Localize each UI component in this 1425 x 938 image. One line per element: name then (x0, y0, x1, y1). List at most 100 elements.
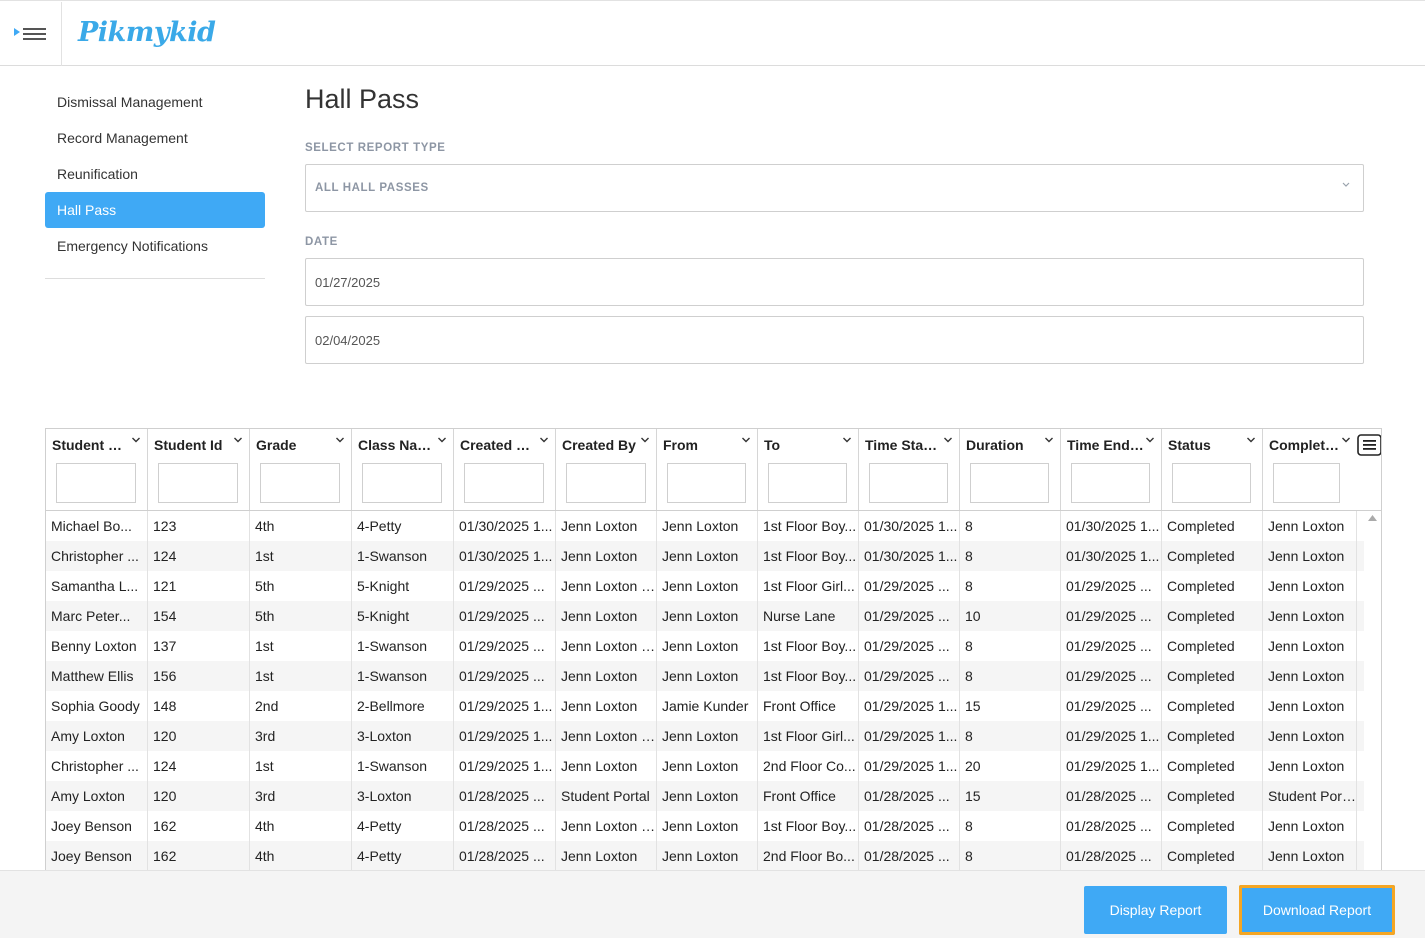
column-filter-input[interactable] (260, 463, 340, 503)
table-cell: Jenn Loxton (1263, 661, 1357, 691)
download-report-button[interactable]: Download Report (1239, 885, 1395, 935)
table-row[interactable]: Amy Loxton 120 3rd 3-Loxton 01/28/2025 ... St… (46, 781, 1364, 811)
table-cell: 1st Floor Boy... (758, 511, 859, 541)
column-header-duration[interactable]: Duration (960, 429, 1061, 510)
chevron-down-icon[interactable] (741, 436, 751, 444)
table-cell: Joey Benson (46, 841, 148, 870)
column-filter-input[interactable] (1172, 463, 1251, 503)
table-cell: 1-Swanson (352, 661, 454, 691)
column-header-class-name[interactable]: Class Name (352, 429, 454, 510)
table-row[interactable]: Samantha L... 121 5th 5-Knight 01/29/2025 ..… (46, 571, 1364, 601)
column-filter-input[interactable] (56, 463, 136, 503)
table-cell: 01/30/2025 1... (859, 541, 960, 571)
start-date-input[interactable]: 01/27/2025 (305, 258, 1364, 306)
chevron-down-icon[interactable] (1341, 436, 1351, 444)
column-header-completed-by[interactable]: Completed By (1263, 429, 1357, 510)
column-filter-input[interactable] (869, 463, 948, 503)
column-filter-input[interactable] (362, 463, 442, 503)
report-type-select[interactable]: ALL HALL PASSES (305, 164, 1364, 212)
sidebar-item-hall-pass[interactable]: Hall Pass (45, 192, 265, 228)
column-header-student-id[interactable]: Student Id (148, 429, 250, 510)
table-cell: 01/29/2025 ... (859, 571, 960, 601)
column-menu-button[interactable] (1357, 434, 1381, 456)
table-cell: Student Portal (556, 781, 657, 811)
sidebar: Dismissal Management Record Management R… (45, 84, 265, 264)
chevron-down-icon[interactable] (437, 436, 447, 444)
table-cell: 5-Knight (352, 601, 454, 631)
table-cell: 01/29/2025 1... (859, 721, 960, 751)
table-cell: 1st Floor Boy... (758, 631, 859, 661)
logo: Pikmykid (78, 17, 216, 48)
table-cell: 1st Floor Girl... (758, 721, 859, 751)
table-row[interactable]: Michael Bo... 123 4th 4-Petty 01/30/2025 1..… (46, 511, 1364, 541)
sidebar-item-record-management[interactable]: Record Management (45, 120, 265, 156)
table-cell: Jenn Loxton (1263, 811, 1357, 841)
table-cell: 01/29/2025 1... (859, 691, 960, 721)
table-row[interactable]: Christopher ... 124 1st 1-Swanson 01/29/2025… (46, 751, 1364, 781)
table-cell: 01/29/2025 1... (1061, 751, 1162, 781)
table-cell: Jenn Loxton (1263, 751, 1357, 781)
table-cell: Student Portal (1263, 781, 1357, 811)
table-cell: 01/28/2025 ... (859, 811, 960, 841)
column-filter-input[interactable] (768, 463, 847, 503)
column-filter-input[interactable] (566, 463, 646, 503)
column-header-time-started[interactable]: Time Started (859, 429, 960, 510)
sidebar-item-dismissal-management[interactable]: Dismissal Management (45, 84, 265, 120)
table-cell: 01/29/2025 ... (1061, 571, 1162, 601)
table-cell: Jenn Loxton (657, 841, 758, 870)
column-header-time-ended[interactable]: Time Ended (1061, 429, 1162, 510)
table-row[interactable]: Joey Benson 162 4th 4-Petty 01/28/2025 ... Je… (46, 841, 1364, 870)
grid-scrollbar[interactable] (1364, 511, 1381, 870)
column-filter-input[interactable] (1071, 463, 1150, 503)
start-date-value: 01/27/2025 (315, 274, 381, 290)
table-row[interactable]: Benny Loxton 137 1st 1-Swanson 01/29/2025 ..… (46, 631, 1364, 661)
table-row[interactable]: Joey Benson 162 4th 4-Petty 01/28/2025 ... Je… (46, 811, 1364, 841)
sidebar-item-emergency-notifications[interactable]: Emergency Notifications (45, 228, 265, 264)
chevron-down-icon[interactable] (131, 436, 141, 444)
table-cell: 1st (250, 541, 352, 571)
table-cell: Sophia Goody (46, 691, 148, 721)
table-cell: 5-Knight (352, 571, 454, 601)
column-header-created-date[interactable]: Created Date (454, 429, 556, 510)
column-header-from[interactable]: From (657, 429, 758, 510)
column-header-status[interactable]: Status (1162, 429, 1263, 510)
table-row[interactable]: Amy Loxton 120 3rd 3-Loxton 01/29/2025 1... J… (46, 721, 1364, 751)
chevron-down-icon[interactable] (640, 436, 650, 444)
table-cell: 1-Swanson (352, 631, 454, 661)
chevron-down-icon[interactable] (539, 436, 549, 444)
chevron-down-icon[interactable] (335, 436, 345, 444)
column-header-to[interactable]: To (758, 429, 859, 510)
column-header-created-by[interactable]: Created By (556, 429, 657, 510)
table-cell: Jenn Loxton (556, 511, 657, 541)
column-filter-input[interactable] (667, 463, 746, 503)
sidebar-item-reunification[interactable]: Reunification (45, 156, 265, 192)
chevron-down-icon[interactable] (943, 436, 953, 444)
table-cell: 137 (148, 631, 250, 661)
table-cell: Jenn Loxton (... (556, 571, 657, 601)
column-header-student-name[interactable]: Student Name (46, 429, 148, 510)
column-header-grade[interactable]: Grade (250, 429, 352, 510)
column-filter-input[interactable] (158, 463, 238, 503)
table-row[interactable]: Matthew Ellis 156 1st 1-Swanson 01/29/2025 .… (46, 661, 1364, 691)
table-cell: 162 (148, 811, 250, 841)
table-cell: 123 (148, 511, 250, 541)
chevron-down-icon[interactable] (233, 436, 243, 444)
table-row[interactable]: Sophia Goody 148 2nd 2-Bellmore 01/29/2025 1… (46, 691, 1364, 721)
column-filter-input[interactable] (1273, 463, 1340, 503)
table-cell: Jenn Loxton (657, 541, 758, 571)
chevron-down-icon[interactable] (842, 436, 852, 444)
end-date-input[interactable]: 02/04/2025 (305, 316, 1364, 364)
menu-toggle-button[interactable] (0, 2, 62, 66)
table-row[interactable]: Marc Peter... 154 5th 5-Knight 01/29/2025 ..… (46, 601, 1364, 631)
table-cell: Front Office (758, 691, 859, 721)
table-row[interactable]: Christopher ... 124 1st 1-Swanson 01/30/2025… (46, 541, 1364, 571)
column-filter-input[interactable] (464, 463, 544, 503)
chevron-down-icon[interactable] (1145, 436, 1155, 444)
display-report-button[interactable]: Display Report (1084, 886, 1227, 934)
table-cell: 01/29/2025 ... (454, 601, 556, 631)
chevron-down-icon[interactable] (1044, 436, 1054, 444)
chevron-down-icon[interactable] (1246, 436, 1256, 444)
table-cell: 4-Petty (352, 511, 454, 541)
scroll-up-icon[interactable] (1368, 515, 1377, 521)
column-filter-input[interactable] (970, 463, 1049, 503)
